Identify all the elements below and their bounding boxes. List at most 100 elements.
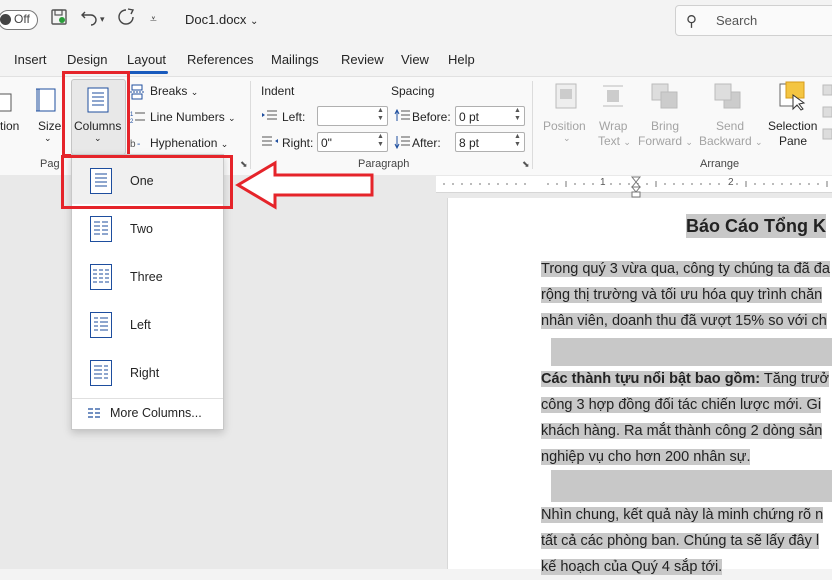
tab-references[interactable]: References	[187, 52, 253, 67]
chevron-down-icon: ⌄	[250, 16, 259, 27]
autosave-label: Off	[14, 12, 30, 26]
empty-paragraph-highlight	[551, 470, 832, 502]
text-line: rộng thị trường và tối ưu hóa quy trình …	[541, 287, 823, 303]
page-setup-group-label: Pag	[40, 158, 60, 170]
wrap-text-label-2: Text	[598, 134, 621, 148]
columns-option-label: Right	[130, 366, 160, 380]
wrap-text-label-1[interactable]: Wrap	[599, 119, 627, 133]
menu-divider	[72, 398, 223, 399]
svg-text:-: -	[137, 139, 140, 150]
group-separator	[532, 81, 533, 169]
indent-right-spinner-icon[interactable]: ▲ ▼	[377, 133, 384, 149]
indent-left-spinner-icon[interactable]: ▲ ▼	[377, 107, 384, 123]
text-line: công 3 hợp đồng đối tác chiến lược mới. …	[541, 397, 822, 413]
paragraph-2: Các thành tựu nổi bật bao gồm: Tăng trưở…	[541, 366, 830, 470]
autosave-toggle[interactable]: Off	[0, 10, 38, 30]
tab-help[interactable]: Help	[448, 52, 475, 67]
hyphenation-icon: b-	[130, 135, 146, 156]
columns-highlight-box	[62, 71, 130, 157]
bring-forward-label-1[interactable]: Bring	[651, 119, 679, 133]
tab-view[interactable]: View	[401, 52, 429, 67]
indent-right-label: Right:	[282, 136, 314, 150]
columns-option-three[interactable]: Three	[72, 254, 223, 300]
selection-pane-icon	[779, 81, 809, 116]
columns-option-label: Three	[130, 270, 163, 284]
chevron-down-icon: ⌄	[563, 133, 571, 143]
text-line: khách hàng. Ra mắt thành công 2 dòng sản	[541, 423, 823, 439]
line-numbers-icon: 12	[130, 109, 146, 130]
red-arrow-annotation-icon	[235, 160, 375, 215]
tab-design[interactable]: Design	[67, 52, 107, 67]
hyphenation-button[interactable]: Hyphenation ⌄	[150, 136, 228, 150]
title-bar: Off ▾ ⩡ Doc1.docx ⌄ ⚲ Search	[0, 0, 832, 40]
indent-right-icon	[262, 135, 278, 154]
line-numbers-button[interactable]: Line Numbers ⌄	[150, 110, 236, 124]
spacing-after-icon	[394, 135, 410, 154]
columns-option-label: Two	[130, 222, 153, 236]
chevron-down-icon: ⌄	[755, 137, 763, 147]
selection-pane-label-2[interactable]: Pane	[779, 134, 807, 148]
ruler-mark: 2	[728, 177, 734, 188]
text-line: nghiệp vụ cho hơn 200 nhân sự.	[541, 449, 751, 465]
undo-icon[interactable]	[80, 8, 98, 31]
chevron-down-icon: ⌄	[190, 87, 199, 97]
columns-option-right[interactable]: Right	[72, 350, 223, 396]
paragraph-3: Nhìn chung, kết quả này là minh chứng rõ…	[541, 502, 824, 580]
send-backward-button[interactable]: Backward ⌄	[699, 134, 763, 148]
wrap-text-icon	[601, 83, 625, 114]
position-icon	[554, 83, 578, 114]
search-icon: ⚲	[686, 13, 697, 30]
bring-forward-button[interactable]: Forward ⌄	[638, 134, 693, 148]
tab-review[interactable]: Review	[341, 52, 384, 67]
arrange-group-label: Arrange	[700, 158, 740, 170]
one-option-highlight-box	[61, 155, 233, 209]
paragraph-dialog-launcher-icon[interactable]: ⬊	[522, 159, 530, 170]
text-line: Nhìn chung, kết quả này là minh chứng rõ…	[541, 507, 824, 523]
tab-insert[interactable]: Insert	[14, 52, 47, 67]
wrap-text-button[interactable]: Text ⌄	[598, 134, 631, 148]
align-icon[interactable]	[822, 83, 832, 148]
indent-left-icon	[262, 109, 278, 128]
toggle-knob	[0, 14, 11, 25]
breaks-label: Breaks	[150, 84, 188, 98]
more-columns-icon	[87, 406, 101, 424]
paragraph-1: Trong quý 3 vừa qua, công ty chúng ta đã…	[541, 256, 830, 334]
search-box[interactable]: ⚲ Search	[675, 5, 832, 36]
undo-dropdown-icon[interactable]: ▾	[100, 14, 105, 25]
document-page[interactable]: Báo Cáo Tổng K Trong quý 3 vừa qua, công…	[447, 198, 832, 575]
redo-icon[interactable]	[117, 8, 135, 31]
group-separator	[250, 81, 251, 169]
indent-title: Indent	[261, 84, 295, 98]
tab-layout[interactable]: Layout	[127, 52, 166, 67]
chevron-down-icon: ⌄	[685, 137, 693, 147]
text-line: tất cả các phòng ban. Chúng ta sẽ lấy đâ…	[541, 533, 820, 549]
position-button[interactable]: Position	[543, 119, 586, 133]
columns-option-two[interactable]: Two	[72, 206, 223, 252]
customize-toolbar-icon[interactable]: ⩡	[150, 12, 157, 27]
orientation-label-partial[interactable]: tion	[0, 119, 19, 133]
columns-option-left[interactable]: Left	[72, 302, 223, 348]
document-title: Báo Cáo Tổng K	[686, 214, 826, 238]
text-line: nhân viên, doanh thu đã vượt 15% so với …	[541, 313, 827, 329]
spacing-after-spinner-icon[interactable]: ▲ ▼	[514, 133, 521, 149]
size-icon	[36, 87, 58, 118]
breaks-button[interactable]: Breaks ⌄	[150, 84, 198, 98]
document-name-text: Doc1.docx	[185, 12, 247, 27]
save-icon[interactable]	[50, 8, 68, 31]
selection-pane-label-1[interactable]: Selection	[768, 119, 817, 133]
search-placeholder: Search	[716, 13, 758, 28]
send-backward-label-1[interactable]: Send	[716, 119, 744, 133]
spacing-before-label: Before:	[412, 110, 451, 124]
document-name[interactable]: Doc1.docx ⌄	[185, 12, 258, 27]
chevron-down-icon: ⌄	[623, 137, 631, 147]
text-line: Trong quý 3 vừa qua, công ty chúng ta đã…	[541, 261, 830, 277]
bring-forward-label-2: Forward	[638, 134, 683, 148]
svg-text:2: 2	[130, 119, 134, 125]
spacing-before-spinner-icon[interactable]: ▲ ▼	[514, 107, 521, 123]
size-button[interactable]: Size	[38, 119, 61, 133]
bold-heading: Các thành tựu nổi bật bao gồm:	[541, 371, 761, 387]
empty-paragraph-highlight	[551, 338, 832, 366]
tab-mailings[interactable]: Mailings	[271, 52, 319, 67]
send-backward-label-2: Backward	[699, 134, 752, 148]
more-columns-button[interactable]: More Columns...	[72, 401, 223, 427]
